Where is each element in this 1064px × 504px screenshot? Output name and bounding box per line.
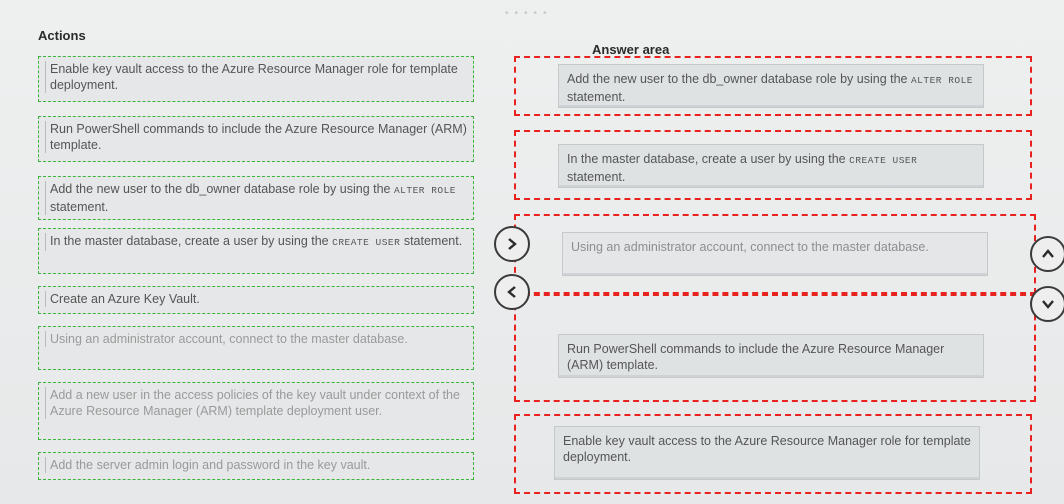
answer-item[interactable]: Enable key vault access to the Azure Res… — [554, 426, 980, 480]
answer-item[interactable]: Run PowerShell commands to include the A… — [558, 334, 984, 378]
action-item[interactable]: In the master database, create a user by… — [38, 228, 474, 274]
chevron-left-icon — [507, 286, 516, 298]
action-item-text: Enable key vault access to the Azure Res… — [45, 61, 467, 93]
action-text-part: Add the new user to the db_owner databas… — [50, 182, 394, 196]
chevron-down-icon — [1042, 300, 1054, 309]
action-item[interactable]: Using an administrator account, connect … — [38, 326, 474, 370]
action-item-text: Add a new user in the access policies of… — [45, 387, 467, 419]
action-item-text: Create an Azure Key Vault. — [45, 291, 467, 307]
action-item[interactable]: Add the new user to the db_owner databas… — [38, 176, 474, 220]
action-item[interactable]: Add a new user in the access policies of… — [38, 382, 474, 440]
question-panel: ••••• Actions Answer area Enable key vau… — [0, 0, 1064, 504]
action-code-text: ALTER ROLE — [393, 185, 456, 196]
action-item-text: Add the server admin login and password … — [45, 457, 467, 473]
action-item[interactable]: Add the server admin login and password … — [38, 452, 474, 480]
answer-text-part: statement. — [567, 170, 626, 184]
action-text-part: statement. — [50, 200, 109, 214]
action-item[interactable]: Create an Azure Key Vault. — [38, 286, 474, 314]
answer-item-text: Using an administrator account, connect … — [571, 240, 929, 254]
answer-item[interactable]: Using an administrator account, connect … — [562, 232, 988, 276]
action-item-text: Using an administrator account, connect … — [45, 331, 467, 347]
move-up-button[interactable] — [1030, 236, 1064, 272]
action-code-text: CREATE USER — [332, 237, 401, 248]
action-item[interactable]: Run PowerShell commands to include the A… — [38, 116, 474, 162]
answer-text-part: In the master database, create a user by… — [567, 152, 850, 166]
actions-heading: Actions — [38, 28, 86, 43]
answer-item-text: Enable key vault access to the Azure Res… — [563, 434, 971, 464]
answer-item[interactable]: In the master database, create a user by… — [558, 144, 984, 188]
answer-text-part: statement. — [567, 90, 626, 104]
action-text-part: In the master database, create a user by… — [50, 234, 333, 248]
answer-area-heading: Answer area — [592, 42, 670, 57]
action-item-text: Run PowerShell commands to include the A… — [45, 121, 467, 153]
answer-item[interactable]: Add the new user to the db_owner databas… — [558, 64, 984, 108]
action-item-text: In the master database, create a user by… — [45, 233, 467, 251]
action-item-text: Add the new user to the db_owner databas… — [45, 181, 467, 215]
move-down-button[interactable] — [1030, 286, 1064, 322]
move-right-button[interactable] — [494, 226, 530, 262]
answer-text-part: Add the new user to the db_owner databas… — [567, 72, 911, 86]
chevron-right-icon — [508, 238, 517, 250]
action-text-part: statement. — [400, 234, 463, 248]
answer-item-text: Run PowerShell commands to include the A… — [567, 342, 945, 372]
answer-code-text: CREATE USER — [849, 155, 918, 166]
chevron-up-icon — [1042, 249, 1054, 258]
answer-code-text: ALTER ROLE — [910, 75, 973, 86]
move-left-button[interactable] — [494, 274, 530, 310]
action-item[interactable]: Enable key vault access to the Azure Res… — [38, 56, 474, 102]
drag-handle-dots: ••••• — [505, 8, 553, 19]
